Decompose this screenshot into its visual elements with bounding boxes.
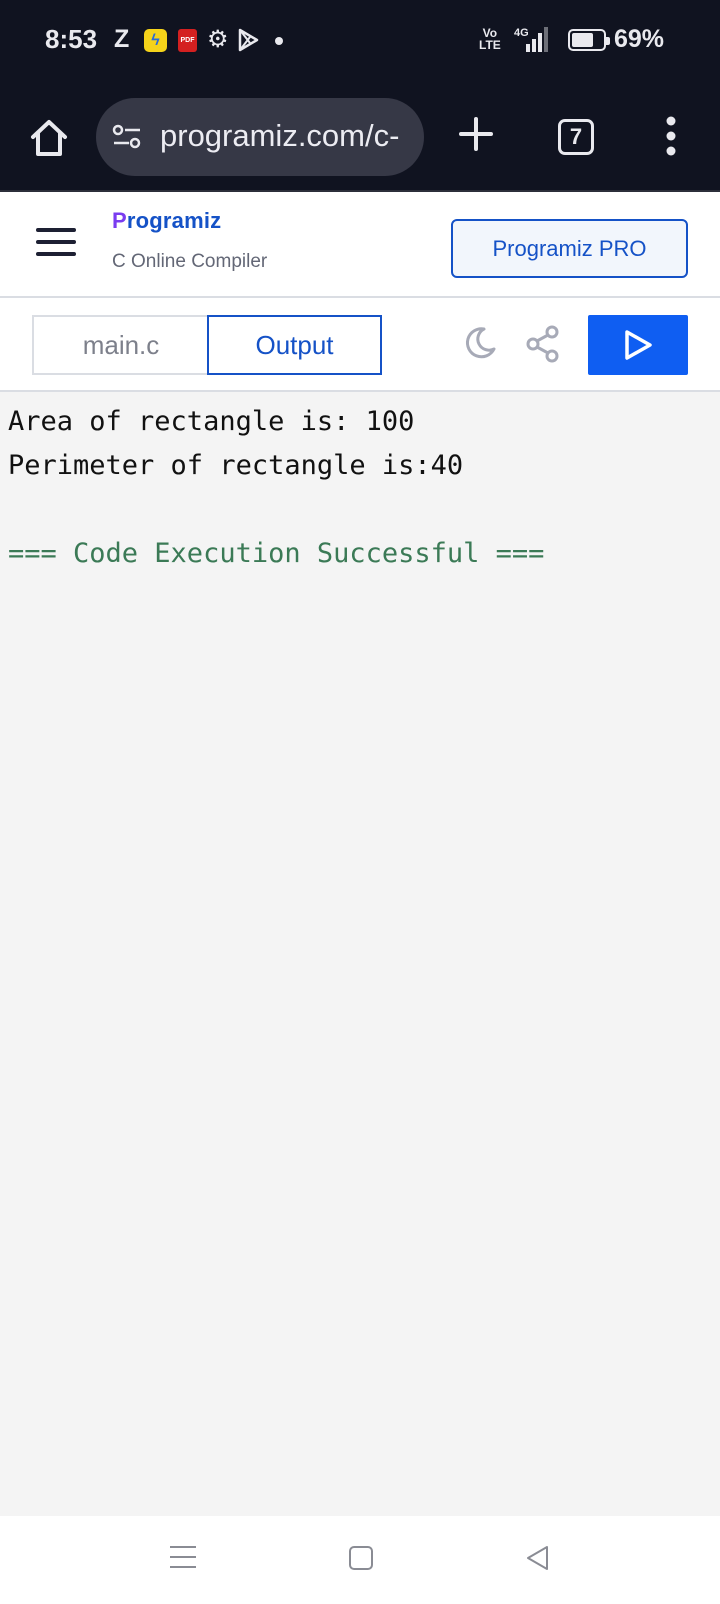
programiz-pro-button[interactable]: Programiz PRO (451, 219, 688, 278)
signal-icon: 4G (514, 27, 548, 52)
overflow-menu-icon[interactable] (664, 116, 678, 156)
network-type-label: 4G (514, 27, 529, 39)
status-time: 8:53 (45, 24, 98, 54)
dark-mode-moon-icon[interactable] (462, 325, 498, 361)
site-settings-icon[interactable] (112, 124, 142, 150)
plus-icon[interactable] (458, 116, 494, 152)
page-subtitle: C Online Compiler (112, 251, 268, 272)
hamburger-menu-icon[interactable] (36, 228, 76, 258)
play-icon (625, 330, 652, 360)
run-button[interactable] (588, 315, 688, 375)
url-text[interactable]: programiz.com/c- (160, 118, 399, 154)
tab-output[interactable]: Output (207, 315, 382, 375)
play-store-icon (238, 28, 259, 52)
z-notification-icon: Z (114, 25, 130, 53)
share-icon[interactable] (525, 325, 561, 365)
recent-apps-icon[interactable] (170, 1546, 196, 1570)
gear-icon: ⚙ (207, 26, 229, 53)
output-line-blank (8, 488, 712, 532)
editor-tabs-bar: main.c Output (0, 298, 720, 392)
programiz-logo[interactable]: Programiz (112, 208, 221, 234)
tab-switcher-icon[interactable]: 7 (558, 119, 594, 155)
dot-icon (275, 37, 283, 45)
system-nav-bar (0, 1516, 720, 1604)
output-line-area: Area of rectangle is: 100 (8, 406, 415, 437)
tab-main-c[interactable]: main.c (32, 315, 208, 375)
logo-text: rogramiz (126, 208, 222, 233)
execution-status-message: === Code Execution Successful === (8, 538, 545, 569)
home-icon[interactable] (27, 116, 71, 160)
url-bar[interactable]: programiz.com/c- (96, 98, 424, 176)
volte-icon: Vo LTE (479, 26, 501, 52)
browser-toolbar: programiz.com/c- 7 (0, 82, 720, 192)
battery-icon (568, 29, 610, 51)
site-header: Programiz C Online Compiler Programiz PR… (0, 192, 720, 298)
status-bar: 8:53 Z ϟ PDF ⚙ Vo LTE 4G 69% (0, 0, 720, 82)
pdf-icon: PDF (178, 29, 197, 52)
battery-percent: 69% (614, 25, 665, 53)
back-icon[interactable] (524, 1544, 550, 1572)
output-line-perimeter: Perimeter of rectangle is:40 (8, 450, 464, 481)
output-panel: Area of rectangle is: 100 Perimeter of r… (0, 392, 720, 1516)
logo-mark: P (112, 208, 127, 233)
home-nav-icon[interactable] (349, 1546, 373, 1570)
flipkart-icon: ϟ (144, 29, 167, 52)
